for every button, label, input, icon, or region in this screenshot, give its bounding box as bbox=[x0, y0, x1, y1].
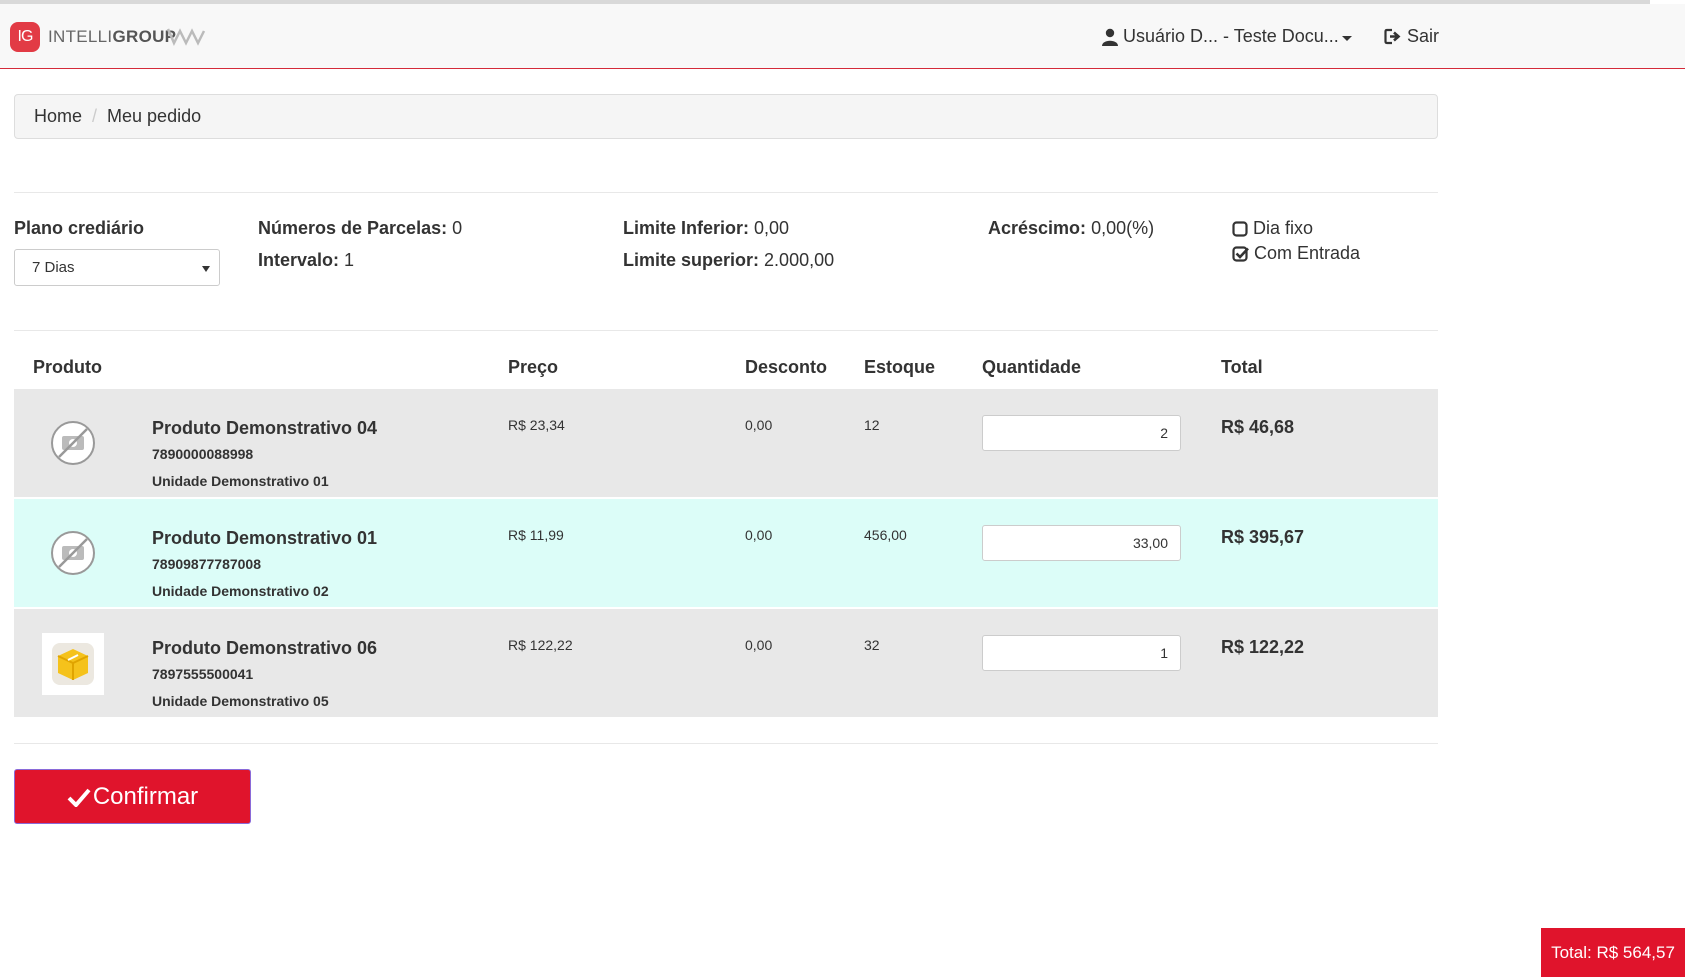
header-produto: Produto bbox=[33, 357, 102, 377]
order-total-badge: Total: R$ 564,57 bbox=[1541, 928, 1685, 977]
header-quantidade: Quantidade bbox=[982, 357, 1082, 377]
no-image-icon bbox=[51, 421, 95, 465]
limite-inferior-value: 0,00 bbox=[754, 218, 790, 238]
intervalo-label: Intervalo: bbox=[258, 250, 340, 270]
product-price: R$ 23,34 bbox=[508, 417, 565, 433]
partner-logo-icon bbox=[166, 28, 206, 46]
table-row: Produto Demonstrativo 01 78909877787008 … bbox=[14, 499, 1438, 607]
logout-label: Sair bbox=[1407, 26, 1440, 46]
acrescimo-info: Acréscimo: 0,00(%) bbox=[988, 218, 1154, 239]
row-total: R$ 46,68 bbox=[1221, 417, 1295, 437]
logo-badge: IG bbox=[10, 22, 40, 52]
parcelas-value: 0 bbox=[452, 218, 463, 238]
intervalo-info: Intervalo: 1 bbox=[258, 250, 354, 271]
product-code: 7890000088998 bbox=[152, 446, 254, 462]
divider bbox=[14, 192, 1438, 193]
product-name: Produto Demonstrativo 01 bbox=[152, 528, 378, 548]
header-desconto: Desconto bbox=[745, 357, 828, 377]
brand-logo[interactable]: IG INTELLIGROUP bbox=[10, 22, 176, 52]
check-icon bbox=[67, 788, 91, 807]
logo-text-light: INTELLI bbox=[48, 27, 113, 46]
confirm-label: Confirmar bbox=[92, 782, 199, 810]
logout-link[interactable]: Sair bbox=[1384, 26, 1439, 47]
confirm-button[interactable]: Confirmar bbox=[14, 769, 251, 824]
product-box-image bbox=[42, 633, 104, 695]
quantity-input[interactable] bbox=[982, 635, 1181, 671]
product-unit: Unidade Demonstrativo 01 bbox=[152, 473, 329, 489]
limite-superior-info: Limite superior: 2.000,00 bbox=[623, 250, 834, 271]
quantity-input[interactable] bbox=[982, 525, 1181, 561]
limite-inferior-info: Limite Inferior: 0,00 bbox=[623, 218, 789, 239]
plano-select-value: 7 Dias bbox=[32, 259, 75, 276]
product-discount: 0,00 bbox=[745, 527, 773, 543]
dia-fixo-label: Dia fixo bbox=[1253, 218, 1314, 238]
limite-superior-value: 2.000,00 bbox=[764, 250, 835, 270]
user-menu-dropdown[interactable]: Usuário D... - Teste Docu... bbox=[1102, 26, 1352, 47]
divider bbox=[14, 743, 1438, 744]
product-discount: 0,00 bbox=[745, 417, 773, 433]
header-preco: Preço bbox=[508, 357, 559, 377]
product-price: R$ 11,99 bbox=[508, 527, 564, 543]
breadcrumb-home[interactable]: Home bbox=[34, 106, 82, 127]
product-stock: 12 bbox=[864, 417, 880, 433]
sign-out-icon bbox=[1384, 28, 1401, 45]
limite-inferior-label: Limite Inferior: bbox=[623, 218, 750, 238]
plano-select[interactable]: 7 Dias bbox=[14, 249, 220, 286]
product-code: 78909877787008 bbox=[152, 556, 262, 572]
product-unit: Unidade Demonstrativo 05 bbox=[152, 693, 329, 709]
header-estoque: Estoque bbox=[864, 357, 936, 377]
plano-label: Plano crediário bbox=[14, 218, 145, 238]
user-menu-label: Usuário D... - Teste Docu... bbox=[1123, 26, 1339, 46]
product-stock: 32 bbox=[864, 637, 880, 653]
com-entrada-checkbox[interactable]: Com Entrada bbox=[1232, 243, 1360, 264]
no-image-icon bbox=[51, 531, 95, 575]
limite-superior-label: Limite superior: bbox=[623, 250, 760, 270]
breadcrumb: Home / Meu pedido bbox=[14, 94, 1438, 139]
product-name: Produto Demonstrativo 06 bbox=[152, 638, 378, 658]
header-total: Total bbox=[1221, 357, 1263, 377]
row-total: R$ 395,67 bbox=[1221, 527, 1305, 547]
parcelas-label: Números de Parcelas: bbox=[258, 218, 448, 238]
breadcrumb-current: Meu pedido bbox=[107, 106, 202, 126]
table-row: Produto Demonstrativo 06 7897555500041 U… bbox=[14, 609, 1438, 717]
product-unit: Unidade Demonstrativo 02 bbox=[152, 583, 329, 599]
square-checked-icon bbox=[1232, 245, 1249, 262]
com-entrada-label: Com Entrada bbox=[1254, 243, 1361, 263]
intervalo-value: 1 bbox=[344, 250, 355, 270]
product-stock: 456,00 bbox=[864, 527, 907, 543]
square-unchecked-icon bbox=[1232, 220, 1248, 237]
acrescimo-value: 0,00(%) bbox=[1091, 218, 1155, 238]
quantity-input[interactable] bbox=[982, 415, 1181, 451]
row-total: R$ 122,22 bbox=[1221, 637, 1305, 657]
logo-text: INTELLIGROUP bbox=[48, 27, 176, 47]
select-arrow-icon bbox=[202, 266, 210, 272]
product-discount: 0,00 bbox=[745, 637, 773, 653]
product-code: 7897555500041 bbox=[152, 666, 254, 682]
table-row: Produto Demonstrativo 04 7890000088998 U… bbox=[14, 389, 1438, 497]
breadcrumb-separator: / bbox=[92, 106, 98, 126]
user-icon bbox=[1102, 28, 1118, 46]
navbar: IG INTELLIGROUP Usuário D... - Teste Doc… bbox=[0, 4, 1685, 69]
parcelas-info: Números de Parcelas: 0 bbox=[258, 218, 462, 239]
dia-fixo-checkbox[interactable]: Dia fixo bbox=[1232, 218, 1313, 239]
product-name: Produto Demonstrativo 04 bbox=[152, 418, 378, 438]
acrescimo-label: Acréscimo: bbox=[988, 218, 1087, 238]
divider bbox=[14, 330, 1438, 331]
product-price: R$ 122,22 bbox=[508, 637, 573, 653]
chevron-down-icon bbox=[1341, 35, 1352, 41]
